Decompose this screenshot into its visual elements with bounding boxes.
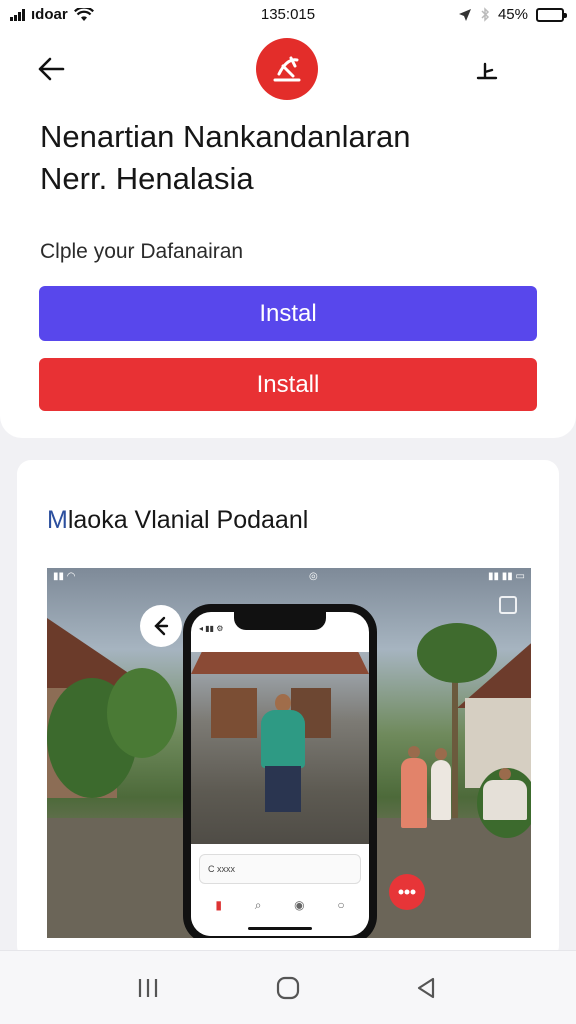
status-right: 45% (458, 6, 567, 23)
phone-bottom-panel: C xxxx ▮ ⌕ ◉ ○ (191, 844, 369, 936)
screenshot-battery-icon: ▮▮ ▮▮ ▭ (487, 571, 525, 582)
home-icon (276, 976, 300, 1000)
tree-left-2 (107, 668, 177, 758)
phone-photo (191, 652, 369, 852)
install-secondary-button[interactable]: Install (39, 358, 537, 411)
phone-nav-profile-icon[interactable]: ○ (337, 898, 344, 913)
back-button[interactable] (34, 52, 68, 86)
screenshot-clock-icon: ◎ (309, 571, 318, 582)
phone-screen: ◂ ▮▮ ⚙ C xxxx ▮ ⌕ ◉ ○ (191, 612, 369, 936)
battery-percent: 45% (497, 6, 528, 23)
phone-notch (234, 612, 326, 630)
preview-title: Mlaoka Vlanial Podaanl (47, 506, 308, 535)
share-icon (476, 62, 498, 80)
app-header-card: Nenartian Nankandanlaran Nerr. Henalasia… (0, 30, 576, 438)
preview-card: Mlaoka Vlanial Podaanl ▮▮ ◠ ◎ ▮▮ ▮▮ ▭ ◂ … (17, 460, 559, 960)
phone-nav-home-icon[interactable]: ▮ (215, 898, 222, 913)
app-subtitle: Clple your Dafanairan (40, 240, 244, 263)
home-button[interactable] (272, 973, 304, 1003)
phone-nav-info-icon[interactable]: ◉ (294, 898, 304, 913)
phone-photo-door (211, 688, 257, 738)
app-title-line2: Nerr. Henalasia (40, 161, 254, 196)
recent-apps-icon (138, 979, 158, 997)
screenshot-status-bar: ▮▮ ◠ ◎ ▮▮ ▮▮ ▭ (47, 568, 531, 586)
back-arrow-icon (38, 57, 65, 81)
app-title: Nenartian Nankandanlaran Nerr. Henalasia (40, 116, 540, 200)
screenshot-back-button[interactable] (140, 605, 182, 647)
phone-photo-man (261, 710, 305, 768)
system-nav-bar (0, 950, 576, 1024)
phone-search-text: C xxxx (208, 864, 235, 874)
app-screenshot[interactable]: ▮▮ ◠ ◎ ▮▮ ▮▮ ▭ ◂ ▮▮ ⚙ C xxxx ▮ ⌕ ◉ ○ (47, 568, 531, 938)
preview-title-initial: M (47, 506, 68, 534)
villager-woman-2 (431, 748, 451, 820)
preview-title-rest: laoka Vlanial Podaanl (67, 506, 309, 534)
screenshot-more-button[interactable] (389, 874, 425, 910)
screenshot-signal-icon: ▮▮ ◠ (53, 571, 76, 582)
phone-nav-search-icon[interactable]: ⌕ (255, 898, 262, 913)
phone-mockup: ◂ ▮▮ ⚙ C xxxx ▮ ⌕ ◉ ○ (183, 604, 377, 938)
install-primary-button[interactable]: Instal (39, 286, 537, 341)
chevron-left-icon (154, 616, 169, 636)
status-bar: ıdoar 135:015 45% (0, 0, 576, 30)
recent-apps-button[interactable] (132, 973, 164, 1003)
phone-photo-man-legs (265, 766, 301, 812)
palm-crown (417, 623, 497, 683)
back-triangle-icon (417, 977, 435, 999)
share-button[interactable] (470, 54, 504, 88)
phone-search-field[interactable]: C xxxx (199, 854, 361, 884)
villager-elder (483, 768, 527, 820)
back-nav-button[interactable] (410, 973, 442, 1003)
bluetooth-icon (481, 7, 490, 22)
more-dots-icon (398, 889, 416, 895)
app-logo-icon (273, 56, 301, 82)
phone-home-indicator (248, 927, 312, 930)
app-title-line1: Nenartian Nankandanlaran (40, 119, 411, 154)
phone-photo-roof (191, 652, 369, 674)
phone-nav-row: ▮ ⌕ ◉ ○ (199, 898, 361, 913)
app-logo (256, 38, 318, 100)
phone-status-icons: ◂ ▮▮ ⚙ (199, 624, 224, 633)
location-icon (458, 8, 471, 21)
expand-icon[interactable] (499, 596, 517, 614)
battery-icon (536, 7, 567, 22)
villager-woman (401, 746, 427, 828)
